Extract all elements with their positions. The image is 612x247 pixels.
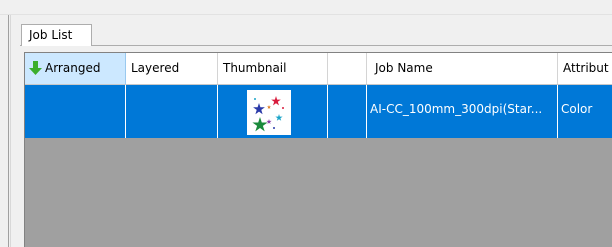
column-header-arranged-label: Arranged [45,61,101,75]
tab-strip-baseline [20,45,612,46]
cell-blank [328,85,367,138]
column-header-attribute[interactable]: Attribut [558,53,612,84]
stars-thumbnail-image [247,90,291,135]
job-list-table[interactable]: Arranged Layered Thumbnail Job Name Attr… [24,52,612,247]
job-name-text: AI-CC_100mm_300dpi(Star... [370,102,543,116]
cell-attribute: Color [558,85,612,138]
column-header-thumbnail-label: Thumbnail [223,61,287,75]
table-header-row: Arranged Layered Thumbnail Job Name Attr… [25,53,612,85]
top-toolbar-strip [0,0,612,15]
tab-job-list-label: Job List [29,28,73,42]
column-header-blank[interactable] [328,53,367,84]
frame-border-outer [8,15,9,247]
column-header-layered[interactable]: Layered [126,53,218,84]
cell-job-name: AI-CC_100mm_300dpi(Star... [367,85,558,138]
column-header-attribute-label: Attribut [563,61,609,75]
column-header-arranged[interactable]: Arranged [25,53,126,84]
attribute-text: Color [561,102,593,116]
column-header-thumbnail[interactable]: Thumbnail [218,53,328,84]
sort-descending-arrow-icon [29,61,42,75]
frame-border-inner [10,15,11,247]
table-row[interactable]: AI-CC_100mm_300dpi(Star... Color [25,85,612,138]
cell-layered [126,85,218,138]
column-header-job-name[interactable]: Job Name [367,53,558,84]
column-header-job-name-label: Job Name [375,61,433,75]
cell-arranged [25,85,126,138]
column-header-layered-label: Layered [131,61,180,75]
tab-job-list[interactable]: Job List [21,24,92,46]
cell-thumbnail [218,85,328,138]
